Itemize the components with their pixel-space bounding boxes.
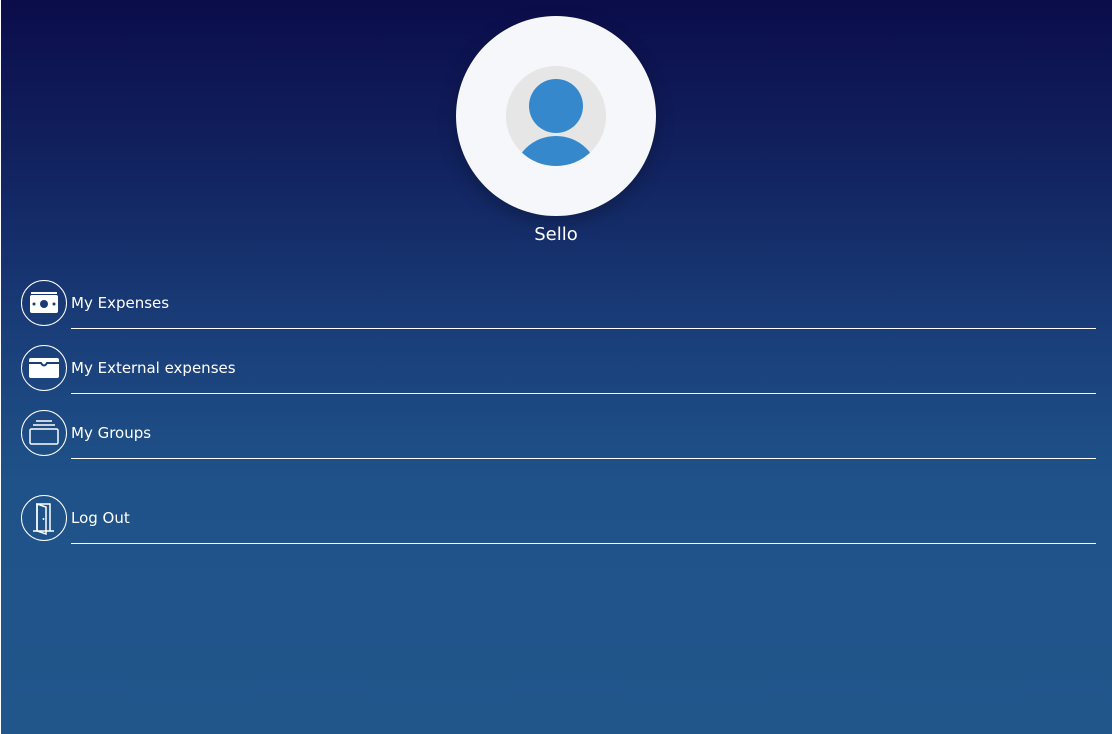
stacked-folders-icon xyxy=(21,410,67,456)
side-menu-screen: Sello My Expenses My External expenses M… xyxy=(1,0,1112,734)
avatar-body xyxy=(514,136,598,166)
divider xyxy=(71,393,1096,394)
divider xyxy=(71,543,1096,544)
user-avatar-icon xyxy=(506,66,606,166)
menu-item-log-out[interactable]: Log Out xyxy=(1,495,1112,545)
menu-item-my-groups[interactable]: My Groups xyxy=(1,410,1112,460)
divider xyxy=(71,458,1096,459)
profile-picture[interactable] xyxy=(456,16,656,216)
menu-item-label: Log Out xyxy=(71,509,130,527)
menu-item-label: My External expenses xyxy=(71,359,236,377)
wallet-icon xyxy=(21,345,67,391)
menu-item-my-external-expenses[interactable]: My External expenses xyxy=(1,345,1112,395)
menu-item-my-expenses[interactable]: My Expenses xyxy=(1,280,1112,330)
user-name: Sello xyxy=(534,224,578,245)
door-icon xyxy=(21,495,67,541)
money-bill-icon xyxy=(21,280,67,326)
avatar-head xyxy=(529,79,583,133)
menu-item-label: My Groups xyxy=(71,424,152,442)
divider xyxy=(71,328,1096,329)
menu-item-label: My Expenses xyxy=(71,294,170,312)
